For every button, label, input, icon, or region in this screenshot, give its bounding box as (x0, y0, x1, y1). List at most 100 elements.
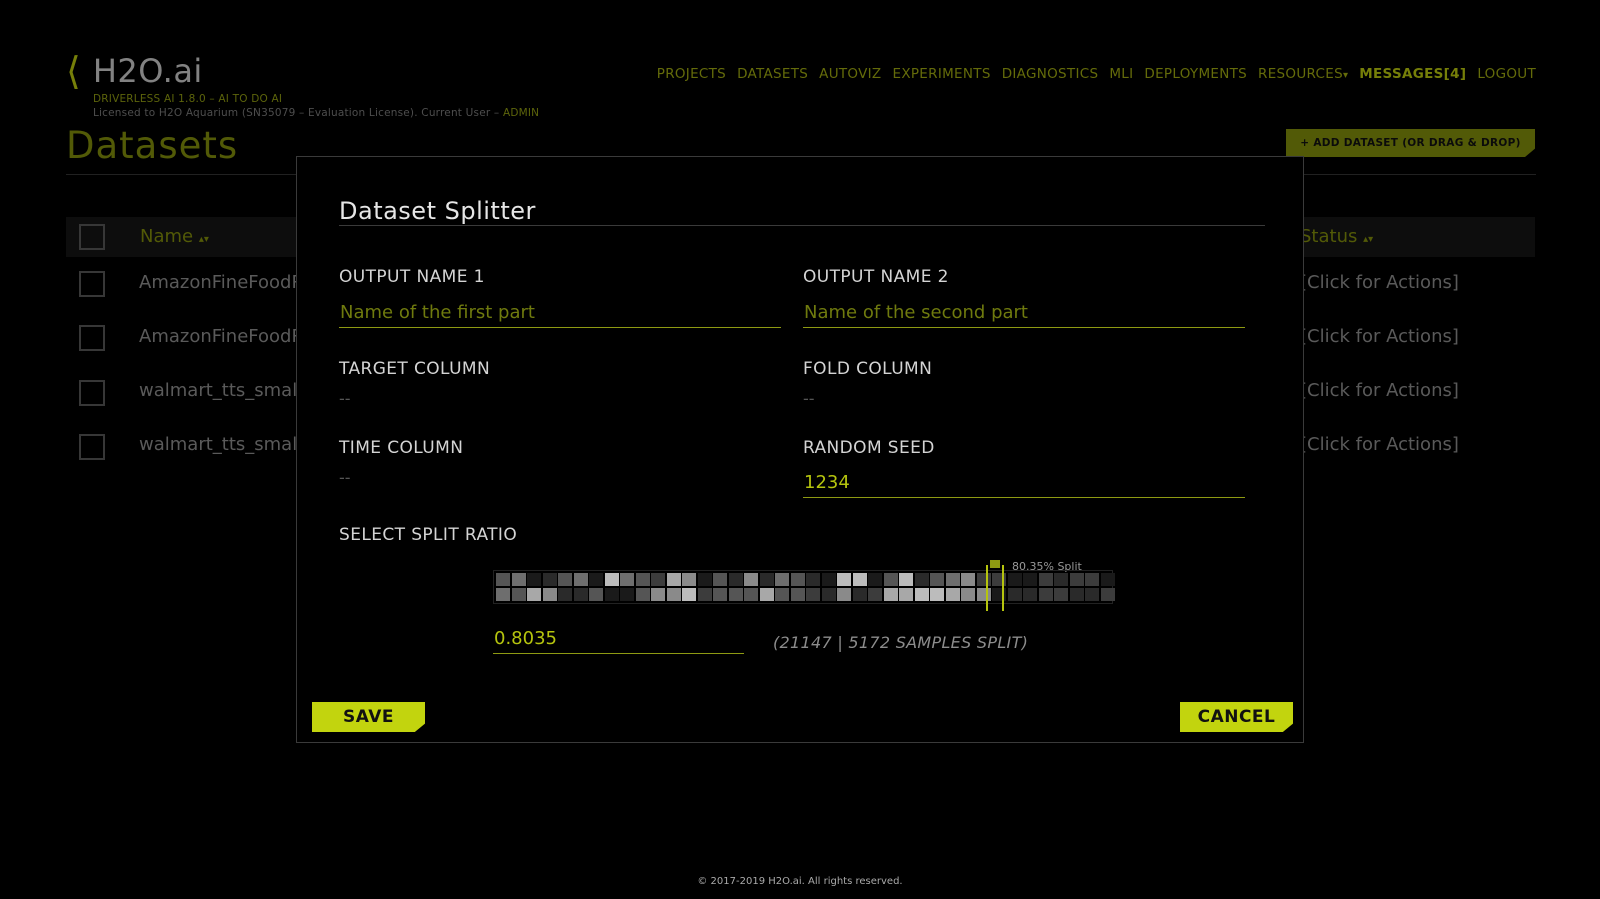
split-sample-cell (713, 588, 727, 601)
split-sample-cell (1069, 588, 1084, 601)
split-sample-cell (914, 588, 929, 601)
split-sample-cell (728, 588, 743, 601)
split-sample-cell (961, 573, 975, 586)
split-sample-cell (821, 573, 836, 586)
split-sample-cell (821, 588, 836, 601)
fold-column-select[interactable]: -- (803, 389, 815, 408)
split-sample-cell (666, 573, 681, 586)
split-sample-cell (899, 573, 913, 586)
split-sample-cell (837, 588, 851, 601)
split-sample-cell (682, 588, 696, 601)
split-sample-cell (1054, 573, 1068, 586)
split-sample-cell (852, 573, 867, 586)
split-sample-cell (1100, 588, 1115, 601)
split-sample-cell (511, 573, 526, 586)
split-sample-cell (1038, 573, 1053, 586)
split-sample-cell (790, 588, 805, 601)
split-sample-cell (744, 588, 758, 601)
split-sample-cell (651, 573, 665, 586)
split-sample-cell (651, 588, 665, 601)
split-sample-cell (1007, 588, 1022, 601)
split-sample-cell (945, 573, 960, 586)
split-sample-cell (914, 573, 929, 586)
split-sample-cell (1085, 588, 1099, 601)
split-sample-cell (1054, 588, 1068, 601)
split-ratio-input[interactable] (493, 624, 744, 654)
split-sample-cell (542, 588, 557, 601)
split-sample-cell (635, 588, 650, 601)
split-sample-cell (558, 588, 572, 601)
split-sample-cell (558, 573, 572, 586)
split-sample-cell (697, 588, 712, 601)
dialog-title: Dataset Splitter (339, 197, 536, 225)
split-sample-cell (790, 573, 805, 586)
split-sample-cell (1007, 573, 1022, 586)
split-sample-cell (620, 588, 634, 601)
split-sample-cell (775, 588, 789, 601)
split-sample-cell (744, 573, 758, 586)
split-sample-cell (666, 588, 681, 601)
split-sample-cell (604, 588, 619, 601)
footer-copyright: © 2017-2019 H2O.ai. All rights reserved. (697, 876, 903, 887)
target-column-select[interactable]: -- (339, 389, 351, 408)
dataset-splitter-dialog: Dataset Splitter OUTPUT NAME 1 OUTPUT NA… (296, 156, 1304, 743)
split-sample-cell (527, 573, 541, 586)
samples-split-text: (21147 | 5172 SAMPLES SPLIT) (773, 633, 1029, 652)
random-seed-input[interactable] (803, 468, 1245, 498)
target-column-label: TARGET COLUMN (339, 359, 491, 379)
split-sample-cell (573, 573, 588, 586)
split-sample-cell (511, 588, 526, 601)
split-sample-cell (899, 588, 913, 601)
split-sample-cell (496, 573, 510, 586)
split-sample-cell (589, 588, 603, 601)
split-sample-cell (806, 588, 820, 601)
split-sample-cell (883, 573, 898, 586)
split-ratio-label: SELECT SPLIT RATIO (339, 525, 518, 545)
split-sample-cell (728, 573, 743, 586)
fold-column-label: FOLD COLUMN (803, 359, 933, 379)
split-sample-cell (945, 588, 960, 601)
split-sample-cell (868, 573, 882, 586)
split-sample-cell (527, 588, 541, 601)
split-sample-cell (682, 573, 696, 586)
split-sample-cell (496, 588, 510, 601)
split-sample-cell (868, 588, 882, 601)
split-sample-cell (961, 588, 975, 601)
split-ratio-slider[interactable] (493, 560, 1115, 611)
split-sample-cell (697, 573, 712, 586)
split-sample-cell (759, 573, 774, 586)
split-sample-cell (573, 588, 588, 601)
output-name-2-input[interactable] (803, 298, 1245, 328)
split-sample-cell (883, 588, 898, 601)
output-name-1-input[interactable] (339, 298, 781, 328)
split-sample-cell (1100, 573, 1115, 586)
split-sample-cell (589, 573, 603, 586)
cancel-button[interactable]: CANCEL (1180, 702, 1293, 732)
split-sample-cell (635, 573, 650, 586)
save-button[interactable]: SAVE (312, 702, 425, 732)
split-sample-cell (1023, 588, 1037, 601)
split-sample-cell (1069, 573, 1084, 586)
output-name-2-label: OUTPUT NAME 2 (803, 267, 949, 287)
split-handle[interactable] (986, 560, 1004, 611)
split-sample-grid (494, 571, 1115, 601)
split-sample-cell (759, 588, 774, 601)
dialog-title-divider (339, 225, 1265, 226)
split-sample-cell (806, 573, 820, 586)
split-sample-cell (775, 573, 789, 586)
split-sample-cell (852, 588, 867, 601)
time-column-label: TIME COLUMN (339, 438, 464, 458)
split-sample-cell (930, 573, 944, 586)
split-sample-cell (1023, 573, 1037, 586)
split-sample-cell (1085, 573, 1099, 586)
split-sample-cell (542, 573, 557, 586)
time-column-select[interactable]: -- (339, 468, 351, 487)
output-name-1-label: OUTPUT NAME 1 (339, 267, 485, 287)
split-sample-cell (604, 573, 619, 586)
split-sample-cell (837, 573, 851, 586)
random-seed-label: RANDOM SEED (803, 438, 935, 458)
split-sample-cell (620, 573, 634, 586)
split-sample-cell (713, 573, 727, 586)
split-sample-cell (1038, 588, 1053, 601)
split-sample-cell (930, 588, 944, 601)
